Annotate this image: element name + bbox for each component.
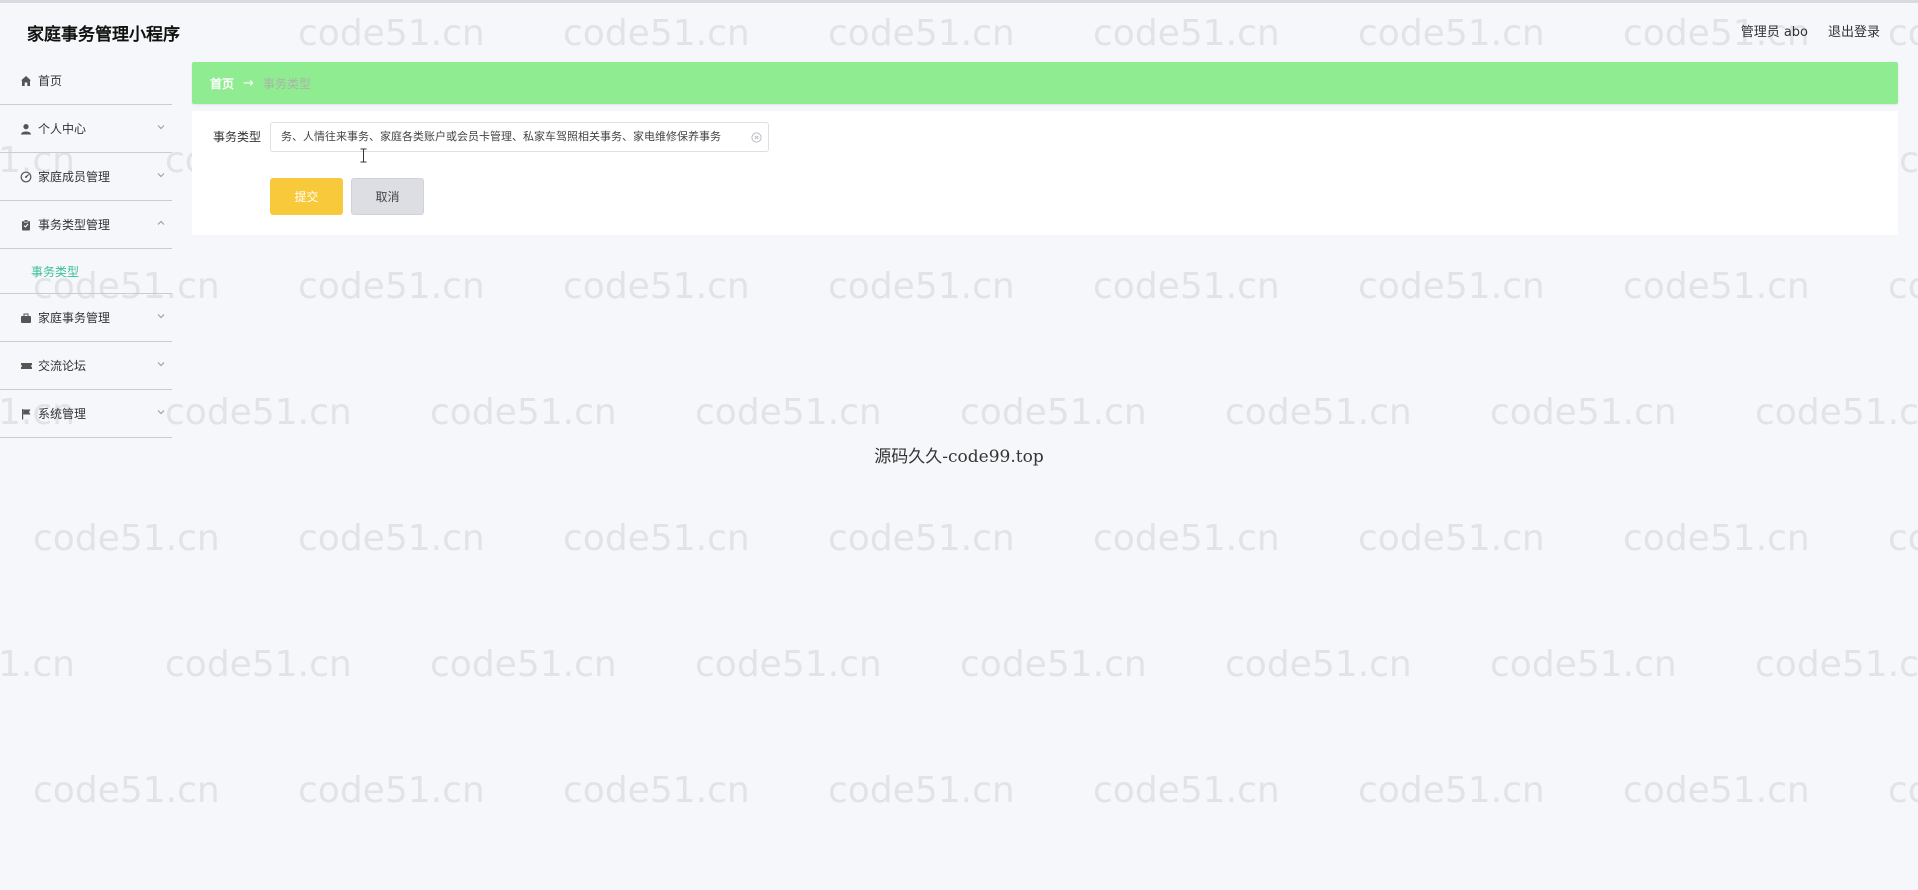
cancel-button[interactable]: 取消 xyxy=(351,178,424,215)
watermark-text: code51.cn xyxy=(828,770,1015,811)
watermark-text: code51.cn xyxy=(1623,518,1810,559)
flag-icon xyxy=(19,407,33,421)
chevron-down-icon xyxy=(157,362,165,367)
clipboard-icon xyxy=(19,218,33,232)
watermark-text: code51.cn xyxy=(1888,518,1918,559)
briefcase-icon xyxy=(19,311,33,325)
sidebar-item-label: 事务类型管理 xyxy=(38,218,111,232)
watermark-text: code51.cn xyxy=(33,770,220,811)
watermark-text: 1.cn xyxy=(0,644,75,685)
chevron-up-icon xyxy=(157,220,165,225)
app-title: 家庭事务管理小程序 xyxy=(27,25,180,45)
sidebar-item-home[interactable]: 首页 xyxy=(0,57,172,105)
clear-icon[interactable] xyxy=(751,132,762,143)
main-content: 首页 → 事务类型 事务类型 务、人情往来事务、家庭各类账户或会员卡管理、私家车… xyxy=(192,62,1898,235)
sidebar-item-label: 交流论坛 xyxy=(38,359,87,373)
watermark-text: code51.cn xyxy=(1093,518,1280,559)
sidebar-item-profile[interactable]: 个人中心 xyxy=(0,105,172,153)
breadcrumb-separator: → xyxy=(243,75,254,91)
watermark-text: code51.cn xyxy=(33,518,220,559)
breadcrumb-current: 事务类型 xyxy=(262,76,311,91)
dashboard-icon xyxy=(19,170,33,184)
chevron-down-icon xyxy=(157,125,165,130)
watermark-text: code51.cn xyxy=(1358,518,1545,559)
watermark-text: code51.cn xyxy=(563,770,750,811)
sidebar-item-label: 个人中心 xyxy=(38,122,87,136)
text-cursor-icon xyxy=(360,148,367,163)
watermark-text: code51.cn xyxy=(828,518,1015,559)
ticket-icon xyxy=(19,359,33,373)
sidebar-item-task-type-management[interactable]: 事务类型管理 xyxy=(0,201,172,249)
sidebar-item-household-tasks[interactable]: 家庭事务管理 xyxy=(0,293,172,342)
logout-link[interactable]: 退出登录 xyxy=(1828,21,1880,40)
task-type-input[interactable]: 务、人情往来事务、家庭各类账户或会员卡管理、私家车驾照相关事务、家电维修保养事务 xyxy=(270,122,769,152)
watermark-text: code51.cn xyxy=(1225,392,1412,433)
sidebar-item-family-members[interactable]: 家庭成员管理 xyxy=(0,153,172,201)
watermark-text: code51.cn xyxy=(563,266,750,307)
watermark-text: code51.cn xyxy=(1225,644,1412,685)
task-type-input-value: 务、人情往来事务、家庭各类账户或会员卡管理、私家车驾照相关事务、家电维修保养事务 xyxy=(281,130,721,143)
watermark-text: code51.cn xyxy=(430,644,617,685)
task-type-form: 事务类型 务、人情往来事务、家庭各类账户或会员卡管理、私家车驾照相关事务、家电维… xyxy=(192,111,1898,235)
sidebar-item-system[interactable]: 系统管理 xyxy=(0,390,172,438)
chevron-down-icon xyxy=(157,173,165,178)
breadcrumb: 首页 → 事务类型 xyxy=(192,62,1898,104)
sidebar-item-forum[interactable]: 交流论坛 xyxy=(0,342,172,390)
sidebar-item-label: 家庭事务管理 xyxy=(38,311,111,325)
sidebar-subitem-task-type[interactable]: 事务类型 xyxy=(0,249,172,293)
watermark-text: code51.cn xyxy=(1888,266,1918,307)
watermark-text: code51.cn xyxy=(165,644,352,685)
current-user-label: 管理员 abo xyxy=(1740,25,1808,40)
breadcrumb-home-link[interactable]: 首页 xyxy=(210,75,234,92)
sidebar-item-label: 家庭成员管理 xyxy=(38,170,111,184)
home-icon xyxy=(19,74,33,88)
watermark-text: code51.cn xyxy=(1623,770,1810,811)
watermark-text: code51.cn xyxy=(1888,770,1918,811)
task-type-field-label: 事务类型 xyxy=(213,130,262,144)
watermark-text: code51.cn xyxy=(298,266,485,307)
watermark-text: code51.cn xyxy=(1755,392,1918,433)
sidebar-item-label: 系统管理 xyxy=(38,407,87,421)
watermark-text: code51.cn xyxy=(695,392,882,433)
user-icon xyxy=(19,122,33,136)
watermark-text: code51.cn xyxy=(828,266,1015,307)
watermark-text: code51.cn xyxy=(430,392,617,433)
watermark-text: code51.cn xyxy=(298,518,485,559)
watermark-text: code51.cn xyxy=(1490,392,1677,433)
watermark-text: code51.cn xyxy=(1093,770,1280,811)
watermark-text: code51.cn xyxy=(563,518,750,559)
footer-watermark-text: 源码久久-code99.top xyxy=(874,447,1044,467)
watermark-text: code51.cn xyxy=(1358,266,1545,307)
watermark-text: code51.cn xyxy=(1623,266,1810,307)
watermark-text: code51.cn xyxy=(1490,644,1677,685)
watermark-text: code51.cn xyxy=(1358,770,1545,811)
chevron-down-icon xyxy=(157,410,165,415)
sidebar-item-label: 首页 xyxy=(38,74,63,88)
chevron-down-icon xyxy=(157,314,165,319)
watermark-text: code51.cn xyxy=(695,644,882,685)
header: 家庭事务管理小程序 管理员 abo 退出登录 xyxy=(0,3,1918,59)
watermark-text: code51.cn xyxy=(165,392,352,433)
watermark-text: code51.cn xyxy=(1755,644,1918,685)
submit-button[interactable]: 提交 xyxy=(270,178,343,215)
watermark-text: code51.cn xyxy=(960,644,1147,685)
watermark-text: code51.cn xyxy=(960,392,1147,433)
sidebar-menu: 首页 个人中心 家庭成员管理 事务类型管理 事务类型 家庭事务管理 交流论坛 系… xyxy=(0,57,172,438)
watermark-text: code51.cn xyxy=(298,770,485,811)
watermark-text: code51.cn xyxy=(1093,266,1280,307)
